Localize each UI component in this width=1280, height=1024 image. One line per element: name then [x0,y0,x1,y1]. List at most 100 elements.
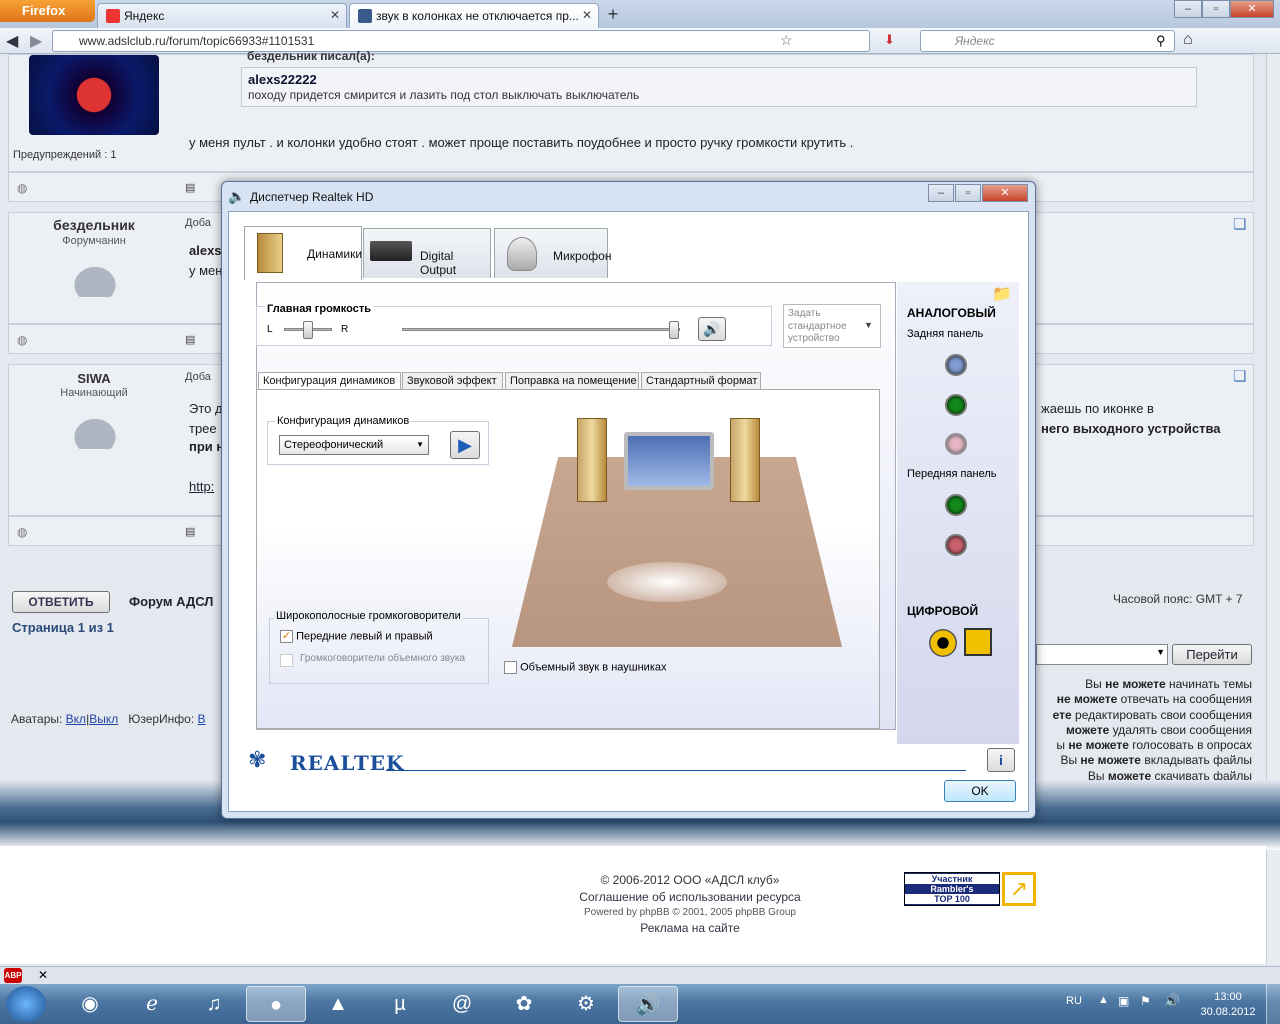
volume-slider[interactable] [402,321,680,339]
show-desktop-button[interactable] [1266,984,1280,1024]
home-icon[interactable]: ⌂ [1183,31,1193,49]
top-icon[interactable]: ◍ [17,525,27,539]
balance-slider[interactable] [284,321,332,339]
search-icon[interactable]: ⚲ [1156,33,1166,49]
firefox-icon[interactable]: ● [246,986,306,1022]
info-button[interactable]: i [987,748,1015,772]
url-input[interactable]: www.adslclub.ru/forum/topic66933#1101531 [52,30,870,52]
profile-icon[interactable]: ▤ [185,181,195,194]
subtab-format[interactable]: Стандартный формат [641,372,761,390]
ads-link[interactable]: Реклама на сайте [560,921,820,935]
subtab-room[interactable]: Поправка на помещение [505,372,639,390]
new-tab-button[interactable]: + [601,4,625,26]
close-icon[interactable]: ✕ [38,968,48,982]
permissions-list: Вы не можете начинать темы не можете отв… [1000,677,1252,784]
folder-icon[interactable]: 📁 [992,284,1012,304]
balance-thumb[interactable] [303,321,313,339]
forward-icon[interactable]: ▶ [30,31,42,51]
volume-tray-icon[interactable]: 🔊 [1164,993,1180,1009]
top-icon[interactable]: ◍ [17,181,27,195]
forum-jump-select[interactable]: ▼ [1036,644,1168,665]
reply-button[interactable]: ОТВЕТИТЬ [12,591,110,613]
rear-green-jack[interactable] [945,394,967,416]
back-icon[interactable]: ◀ [6,31,18,51]
close-icon[interactable]: ✕ [582,8,592,22]
permission-item: Вы не можете вкладывать файлы [1060,753,1252,768]
minimize-button[interactable]: – [1174,0,1202,18]
clock[interactable]: 13:00 30.08.2012 [1196,990,1260,1020]
mute-button[interactable]: 🔊 [698,317,726,341]
play-test-button[interactable]: ▶ [450,431,480,459]
quote-icon[interactable]: ❏ [1233,215,1246,233]
network-icon[interactable]: ▣ [1118,994,1129,1008]
realtek-speaker-icon[interactable]: 🔊 [618,986,678,1022]
post-line: при н [189,439,225,454]
front-red-jack[interactable] [945,534,967,556]
right-speaker-icon[interactable] [730,418,760,502]
username[interactable]: SIWA [9,371,179,386]
dialog-close-button[interactable]: ✕ [982,184,1028,202]
userinfo-link[interactable]: В [198,712,206,726]
ie-icon[interactable]: ℯ [122,986,182,1022]
post-link[interactable]: http: [189,479,214,494]
ok-button[interactable]: OK [944,780,1016,802]
maximize-button[interactable]: ▫ [1202,0,1230,18]
headphones-surround-checkbox[interactable]: Объемный звук в наушниках [504,661,667,674]
close-icon[interactable]: ✕ [330,8,340,22]
utorrent-icon[interactable]: µ [370,986,430,1022]
subtab-config[interactable]: Конфигурация динамиков [258,372,401,390]
rambler-counter[interactable]: Участник Rambler's TOP 100 [904,872,1000,906]
tab-digital-output[interactable]: Digital Output [363,228,491,278]
adblock-icon[interactable]: ABP [4,968,22,983]
digital-output-icon [370,241,412,261]
config-select-value: Стереофонический [284,439,384,451]
top-icon[interactable]: ◍ [17,333,27,347]
tray-arrow-icon[interactable]: ▲ [1098,994,1109,1006]
rear-blue-jack[interactable] [945,354,967,376]
optical-jack[interactable] [964,628,992,656]
quote-icon[interactable]: ❏ [1233,367,1246,385]
rambler-arrow-icon[interactable]: ↗ [1002,872,1036,906]
goto-button[interactable]: Перейти [1172,644,1252,665]
media-player-icon[interactable]: ♫ [184,986,244,1022]
rear-pink-jack[interactable] [945,433,967,455]
mail-agent-icon[interactable]: @ [432,986,492,1022]
avatars-toggle: Аватары: Вкл|Выкл ЮзерИнфо: В [11,712,206,726]
config-select[interactable]: Стереофонический ▼ [279,435,429,455]
tab-yandex[interactable]: Яндекс ✕ [97,3,347,28]
surround-speakers-checkbox[interactable]: Громкоговорители объемного звука [280,653,480,667]
avatar [29,55,159,135]
volume-thumb[interactable] [669,321,679,339]
permission-item: ете редактировать свои сообщения [1052,707,1252,722]
search-input[interactable]: Яндекс [920,30,1175,52]
language-indicator[interactable]: RU [1066,995,1082,1007]
dialog-maximize-button[interactable]: ▫ [955,184,981,202]
username[interactable]: бездельник [9,217,179,233]
front-green-jack[interactable] [945,494,967,516]
firefox-menu-button[interactable]: Firefox [0,0,95,22]
steam-icon[interactable]: ⚙ [556,986,616,1022]
subtab-effects[interactable]: Звуковой эффект [402,372,503,390]
avatars-on-link[interactable]: Вкл [66,712,86,726]
divider [386,770,966,771]
front-lr-checkbox[interactable]: ✓ Передние левый и правый [280,630,433,643]
flag-icon[interactable]: ⚑ [1140,994,1151,1008]
butterfly-icon[interactable]: ✿ [494,986,554,1022]
close-window-button[interactable]: ✕ [1230,0,1274,18]
profile-icon[interactable]: ▤ [185,333,195,346]
agreement-link[interactable]: Соглашение об использовании ресурса [560,890,820,904]
download-icon[interactable]: ⬇ [884,32,895,48]
profile-icon[interactable]: ▤ [185,525,195,538]
tab-speakers[interactable]: Динамики [244,226,362,280]
left-speaker-icon[interactable] [577,418,607,502]
coaxial-jack[interactable] [929,629,957,657]
dialog-minimize-button[interactable]: – [928,184,954,202]
start-button[interactable] [6,986,46,1022]
forum-name-link[interactable]: Форум АДСЛ [129,594,213,609]
tab-microphone[interactable]: Микрофон [494,228,611,278]
chrome-icon[interactable]: ◉ [60,986,120,1022]
daemon-tools-icon[interactable]: ▲ [308,986,368,1022]
tab-forum[interactable]: звук в колонках не отключается пр... ✕ [349,3,599,28]
bookmark-star-icon[interactable]: ☆ [780,32,793,49]
avatars-off-link[interactable]: Выкл [89,712,118,726]
